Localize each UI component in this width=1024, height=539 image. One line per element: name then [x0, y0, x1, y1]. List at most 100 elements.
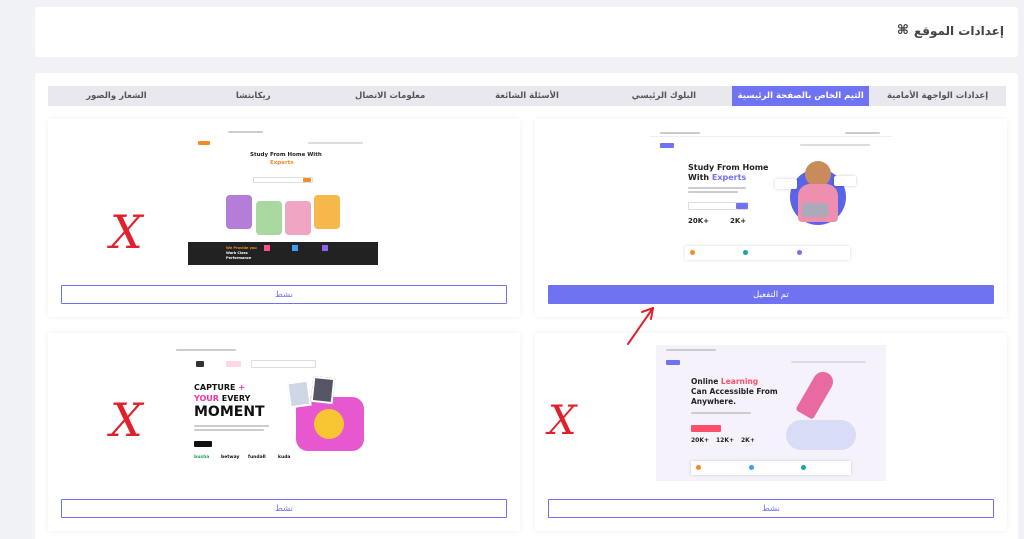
hero-heading-line3: Anywhere. — [691, 397, 737, 406]
activate-button[interactable]: نشط — [61, 499, 507, 518]
preview-line — [666, 349, 716, 351]
feature-icon — [690, 250, 695, 255]
hero-heading-every: EVERY — [221, 394, 251, 403]
preview-logo — [196, 361, 204, 367]
tab-homepage-theme[interactable]: الثيم الخاص بالصفحة الرئيسية — [732, 86, 870, 106]
hero-heading-online: Online — [691, 377, 719, 386]
preview-line — [194, 429, 264, 431]
tab-logo-images[interactable]: الشعار والصور — [48, 86, 185, 106]
hero-heading-your: YOUR — [194, 394, 219, 403]
tab-faq[interactable]: الأسئلة الشائعة — [459, 86, 596, 106]
photo-card — [286, 379, 312, 409]
activate-button[interactable]: نشط — [548, 499, 994, 518]
stat-1: 20K+ — [691, 437, 710, 444]
hero-heading-accent: Experts — [270, 160, 294, 166]
stat-1: 20K+ — [688, 217, 710, 225]
stat-2: 12K+ — [716, 437, 735, 444]
preview-line — [688, 187, 746, 189]
brand-logo: betway — [221, 455, 240, 460]
footer-text-3: Performance — [226, 256, 252, 260]
activate-button[interactable]: نشط — [61, 285, 507, 304]
theme-1-preview[interactable]: Study From Home With Experts 20K+ 2K+ — [650, 129, 892, 265]
theme-card-2: Study From Home With Experts We Provide … — [48, 119, 520, 317]
features-dark-strip: We Provide you Work Class Performance — [188, 242, 378, 265]
brand-logo: busha — [194, 455, 210, 460]
preview-line — [660, 132, 700, 134]
preview-logo — [660, 143, 674, 148]
hero-heading-line1: CAPTURE + — [194, 383, 245, 392]
preview-line — [688, 191, 738, 193]
preview-logo — [666, 360, 680, 365]
page-header: إعدادات الموقع ⌘ — [35, 7, 1018, 57]
rocket-illustration — [795, 368, 837, 420]
activated-button[interactable]: تم التفعيل — [548, 285, 994, 304]
theme-3-preview[interactable]: Online Learning Can Accessible From Anyw… — [656, 345, 886, 481]
feature-icon — [696, 465, 701, 470]
hero-floating-card — [775, 179, 797, 189]
page-title: إعدادات الموقع ⌘ — [897, 23, 1004, 38]
preview-line — [845, 132, 880, 134]
theme-2-preview[interactable]: Study From Home With Experts We Provide … — [188, 129, 378, 265]
theme-card-1: Study From Home With Experts 20K+ 2K+ تم… — [535, 119, 1007, 317]
tab-contact-info[interactable]: معلومات الاتصال — [322, 86, 459, 106]
footer-text-1: We Provide you — [226, 246, 257, 250]
photo-card — [310, 375, 336, 405]
hero-heading-line1: Study From Home With — [250, 152, 322, 158]
hero-photo-3 — [285, 201, 311, 235]
features-strip — [691, 461, 851, 475]
preview-search — [251, 360, 316, 368]
command-icon: ⌘ — [896, 23, 909, 38]
rocket-cloud — [786, 420, 856, 450]
page-title-text: إعدادات الموقع — [913, 23, 1004, 38]
preview-cta — [691, 425, 721, 432]
tab-main-block[interactable]: البلوك الرئيسي — [595, 86, 732, 106]
feature-icon — [749, 465, 754, 470]
preview-search-button — [736, 203, 748, 209]
hero-photo-1 — [226, 195, 252, 229]
stat-3: 2K+ — [741, 437, 755, 444]
feature-icon — [292, 245, 298, 251]
hero-heading-accent: Experts — [711, 173, 747, 182]
preview-line — [194, 425, 269, 427]
feature-icon — [743, 250, 748, 255]
hero-heading-with: With — [688, 173, 710, 182]
hero-floating-card — [834, 176, 856, 186]
hero-photo-4 — [314, 195, 340, 229]
hero-heading-line2: Can Accessible From — [691, 387, 778, 396]
preview-line — [228, 131, 263, 133]
feature-icon — [797, 250, 802, 255]
hero-photo-2 — [256, 201, 282, 235]
preview-nav — [308, 142, 363, 144]
preview-search-button — [303, 178, 311, 182]
preview-cta — [194, 441, 212, 447]
hero-heading-capture: CAPTURE — [194, 383, 236, 392]
hero-heading-line2: With Experts — [688, 173, 746, 182]
hero-heading-line1: Online Learning — [691, 377, 758, 386]
preview-line — [176, 349, 236, 351]
camera-lens — [314, 409, 344, 439]
brand-logo: kuda — [278, 455, 291, 460]
feature-icon — [322, 245, 328, 251]
hero-heading-accent: Learning — [720, 377, 759, 386]
stat-2: 2K+ — [730, 217, 747, 225]
hero-laptop — [802, 203, 828, 217]
preview-nav — [800, 144, 870, 146]
red-arrow-annotation — [627, 307, 654, 345]
tab-frontend-settings[interactable]: إعدادات الواجهة الأمامية — [869, 86, 1006, 106]
hero-heading-line1: Study From Home — [688, 163, 769, 172]
footer-text-2: Work Class — [226, 251, 248, 255]
settings-tabs: إعدادات الواجهة الأمامية الثيم الخاص بال… — [48, 86, 1006, 106]
hero-heading-line3: MOMENT — [194, 404, 265, 420]
theme-4-preview[interactable]: CAPTURE + YOUR EVERY MOMENT busha betway… — [166, 345, 400, 479]
feature-icon — [264, 245, 270, 251]
hero-heading-plus: + — [238, 383, 246, 392]
features-strip — [685, 246, 850, 260]
feature-icon — [801, 465, 806, 470]
preview-category — [226, 361, 241, 367]
tab-recaptcha[interactable]: ريكابتشا — [185, 86, 322, 106]
hero-heading-line2: YOUR EVERY — [194, 394, 250, 403]
theme-card-3: Online Learning Can Accessible From Anyw… — [535, 333, 1007, 531]
preview-logo — [198, 141, 210, 145]
preview-nav — [791, 361, 866, 363]
brand-logo: fundall — [248, 455, 266, 460]
